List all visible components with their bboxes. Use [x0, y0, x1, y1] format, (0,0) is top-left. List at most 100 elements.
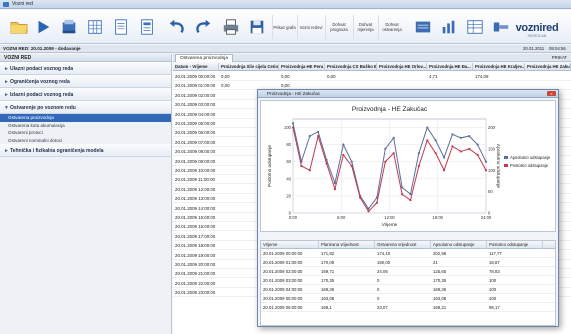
nav-item-kota-akumulacija[interactable]: Ostvarena kota akumulacija — [0, 122, 171, 130]
table-cell: 20.01.2009 01:00:00 — [263, 260, 303, 265]
table-cell: 0,00 — [281, 74, 290, 79]
table-cell: 20.01.2009 17:00:00 — [175, 233, 216, 239]
nav-group-ulazni[interactable]: ►Ulazni podaci voznog reda — [0, 62, 171, 75]
y-tick-label: 40 — [286, 176, 291, 181]
table-row[interactable]: 20.01.2009 05:00:00 163,08 0 163,08 100 — [261, 294, 555, 303]
nav-group-ostvarenje[interactable]: ▼Ostvarenje po voznom redu — [0, 101, 171, 114]
data-point — [476, 143, 479, 146]
dohvat-ostvarenja-button[interactable]: Dohvat ostvarenja — [378, 15, 405, 39]
export-icon[interactable] — [58, 14, 80, 40]
x-tick-label: 12:00 — [384, 215, 395, 220]
data-point — [409, 199, 412, 202]
table-cell: 20.01.2009 05:00:00 — [175, 121, 216, 126]
legend-entry: Postotno odstupanje — [510, 163, 549, 168]
close-button[interactable]: x — [547, 91, 556, 96]
table-cell: 168,1 — [321, 305, 332, 310]
table-cell: 20.01.2009 00:00:00 — [263, 251, 303, 256]
table-cell: 20.01.2009 00:00:00 — [175, 74, 216, 79]
column-header[interactable]: Postotno odstupanje — [487, 241, 543, 249]
grid-header: Datum - Vrijeme Proizvodnja Sliv cijela C… — [173, 63, 571, 71]
column-header[interactable]: Datum - Vrijeme — [173, 63, 219, 71]
table-cell: 168,21 — [433, 305, 447, 310]
column-header[interactable]: Proizvodnja HE Đa... — [427, 63, 473, 71]
column-header[interactable]: Planirana vrijednost — [319, 241, 375, 249]
column-header[interactable]: Ostvarena vrijednost — [375, 241, 431, 249]
column-header[interactable]: Proizvodnja HE Peru — [279, 63, 325, 71]
data-point — [342, 153, 345, 156]
table-cell: 20.01.2009 04:00:00 — [263, 287, 303, 292]
y2-tick-label: 100 — [488, 168, 496, 173]
deviation-table: Vrijeme Planirana vrijednost Ostvarena vri… — [260, 240, 556, 326]
chart-report-icon[interactable] — [438, 14, 460, 40]
x-tick-label: 0:00 — [289, 215, 298, 220]
y2-tick-label: 50 — [488, 189, 493, 194]
table-row[interactable]: 20.01.2009 03:00:00 170,35 0 170,35 100 — [261, 276, 555, 285]
table-cell: 0 — [377, 287, 380, 292]
table-cell: 174,10 — [377, 251, 391, 256]
y-tick-label: 60 — [286, 159, 291, 164]
nav-group-tehnicka[interactable]: ►Tehnička i fizikalna ograničenja modela — [0, 144, 171, 157]
table-cell: 125,65 — [433, 269, 447, 274]
dohvat-mjerenja-button[interactable]: Dohvat mjerenja — [353, 15, 377, 39]
data-point — [400, 193, 404, 196]
prikaz-grafa-button[interactable]: Prikaz grafa — [272, 15, 296, 39]
column-header[interactable]: Proizvodnja HE Kraljev... — [473, 63, 525, 71]
undo-icon[interactable] — [166, 14, 188, 40]
printer-icon[interactable] — [220, 14, 242, 40]
line-chart: 0204060801000501001502000:00 6:00 12:00 18:… — [267, 106, 551, 227]
table-row[interactable]: 20.01.2009 01:00:00 170,09 190,00 21 18,87 — [261, 258, 555, 267]
prikat-label: PRIKAT — [551, 55, 567, 60]
nav-item-ostvarena-proizvodnja[interactable]: Ostvarena proizvodnja — [0, 114, 171, 122]
table-cell: 20.01.2009 08:00:00 — [175, 149, 216, 155]
table-row[interactable]: 20.01.2009 06:00:00 168,1 23,07 168,21 98,17 — [261, 303, 555, 312]
table-cell: 20.01.2009 04:00:00 — [175, 111, 216, 117]
title-bar: Vozni red — [0, 0, 571, 9]
redo-icon[interactable] — [192, 14, 214, 40]
table-report-icon[interactable] — [464, 14, 486, 40]
table-cell: 20.01.2009 06:00:00 — [175, 130, 216, 136]
table-row[interactable]: 20.01.2009 00:00:00 0,00 0,00 0,00 4,71 174,0… — [173, 72, 571, 81]
pipeline-icon[interactable] — [490, 14, 512, 40]
folder-open-icon[interactable] — [8, 14, 30, 40]
data-point — [451, 133, 454, 136]
document-icon[interactable] — [110, 14, 132, 40]
save-icon[interactable] — [246, 14, 268, 40]
play-icon[interactable] — [32, 14, 54, 40]
table-cell: 202,98 — [433, 251, 447, 256]
column-header[interactable]: Proizvodnja Sliv cijela Cetina — [219, 63, 279, 71]
table-cell: 20.01.2009 05:00:00 — [263, 296, 303, 301]
dialog-title-bar: Proizvodnja - HE Zakučac x — [258, 90, 558, 98]
table-cell: 170,35 — [321, 278, 335, 283]
table-row[interactable]: 20.01.2009 00:00:00 171,82 174,10 202,98 117… — [261, 249, 555, 258]
column-header[interactable]: Proizvodnja HE Zakuč... — [525, 63, 571, 71]
column-header[interactable]: Apsolutno odstupanje — [431, 241, 487, 249]
column-header[interactable]: Proizvodnja HE Orlov... — [377, 63, 427, 71]
status-time: 09:04:56 — [549, 46, 566, 51]
nav-group-izlazni[interactable]: ►Izlazni podaci voznog reda — [0, 88, 171, 101]
table-cell: 20.01.2009 21:00:00 — [175, 271, 216, 277]
data-point — [434, 139, 437, 142]
dohvat-prognoza-button[interactable]: Dohvat prognoza — [325, 15, 352, 39]
table-cell: 117,77 — [489, 251, 502, 256]
vozni-redovi-button[interactable]: Vozni redovi — [297, 15, 324, 39]
table-row[interactable]: 20.01.2009 02:00:00 169,71 24,06 125,65 78,8… — [261, 267, 555, 276]
nav-item-nominalni-dotoci[interactable]: Ostvareni nominalni dotoci — [0, 137, 171, 145]
list-document-icon[interactable] — [136, 14, 158, 40]
tab-ostvarena-proizvodnja[interactable]: Ostvarena proizvodnja — [175, 54, 233, 62]
grid-icon[interactable] — [84, 14, 106, 40]
table-cell: 170,09 — [321, 260, 335, 265]
report-icon[interactable] — [412, 14, 434, 40]
table-cell: 20.01.2009 16:00:00 — [175, 224, 216, 230]
data-point — [350, 160, 353, 163]
nav-group-ogranicenja[interactable]: ►Ograničenja voznog reda — [0, 75, 171, 88]
table-cell: 20.01.2009 11:00:00 — [175, 177, 215, 183]
table-cell: 20.01.2009 02:00:00 — [263, 269, 303, 274]
table-cell: 20.01.2009 15:00:00 — [175, 215, 216, 220]
column-header[interactable]: Vrijeme — [261, 241, 319, 249]
column-header[interactable]: Proizvodnja CS Buško Bla... — [325, 63, 377, 71]
data-point — [468, 147, 471, 151]
data-point — [333, 187, 337, 191]
table-cell: 170,35 — [433, 278, 447, 283]
table-row[interactable]: 20.01.2009 04:00:00 169,36 0 169,36 100 — [261, 285, 555, 294]
nav-item-ostvareni-protoci[interactable]: Ostvareni protoci — [0, 129, 171, 137]
